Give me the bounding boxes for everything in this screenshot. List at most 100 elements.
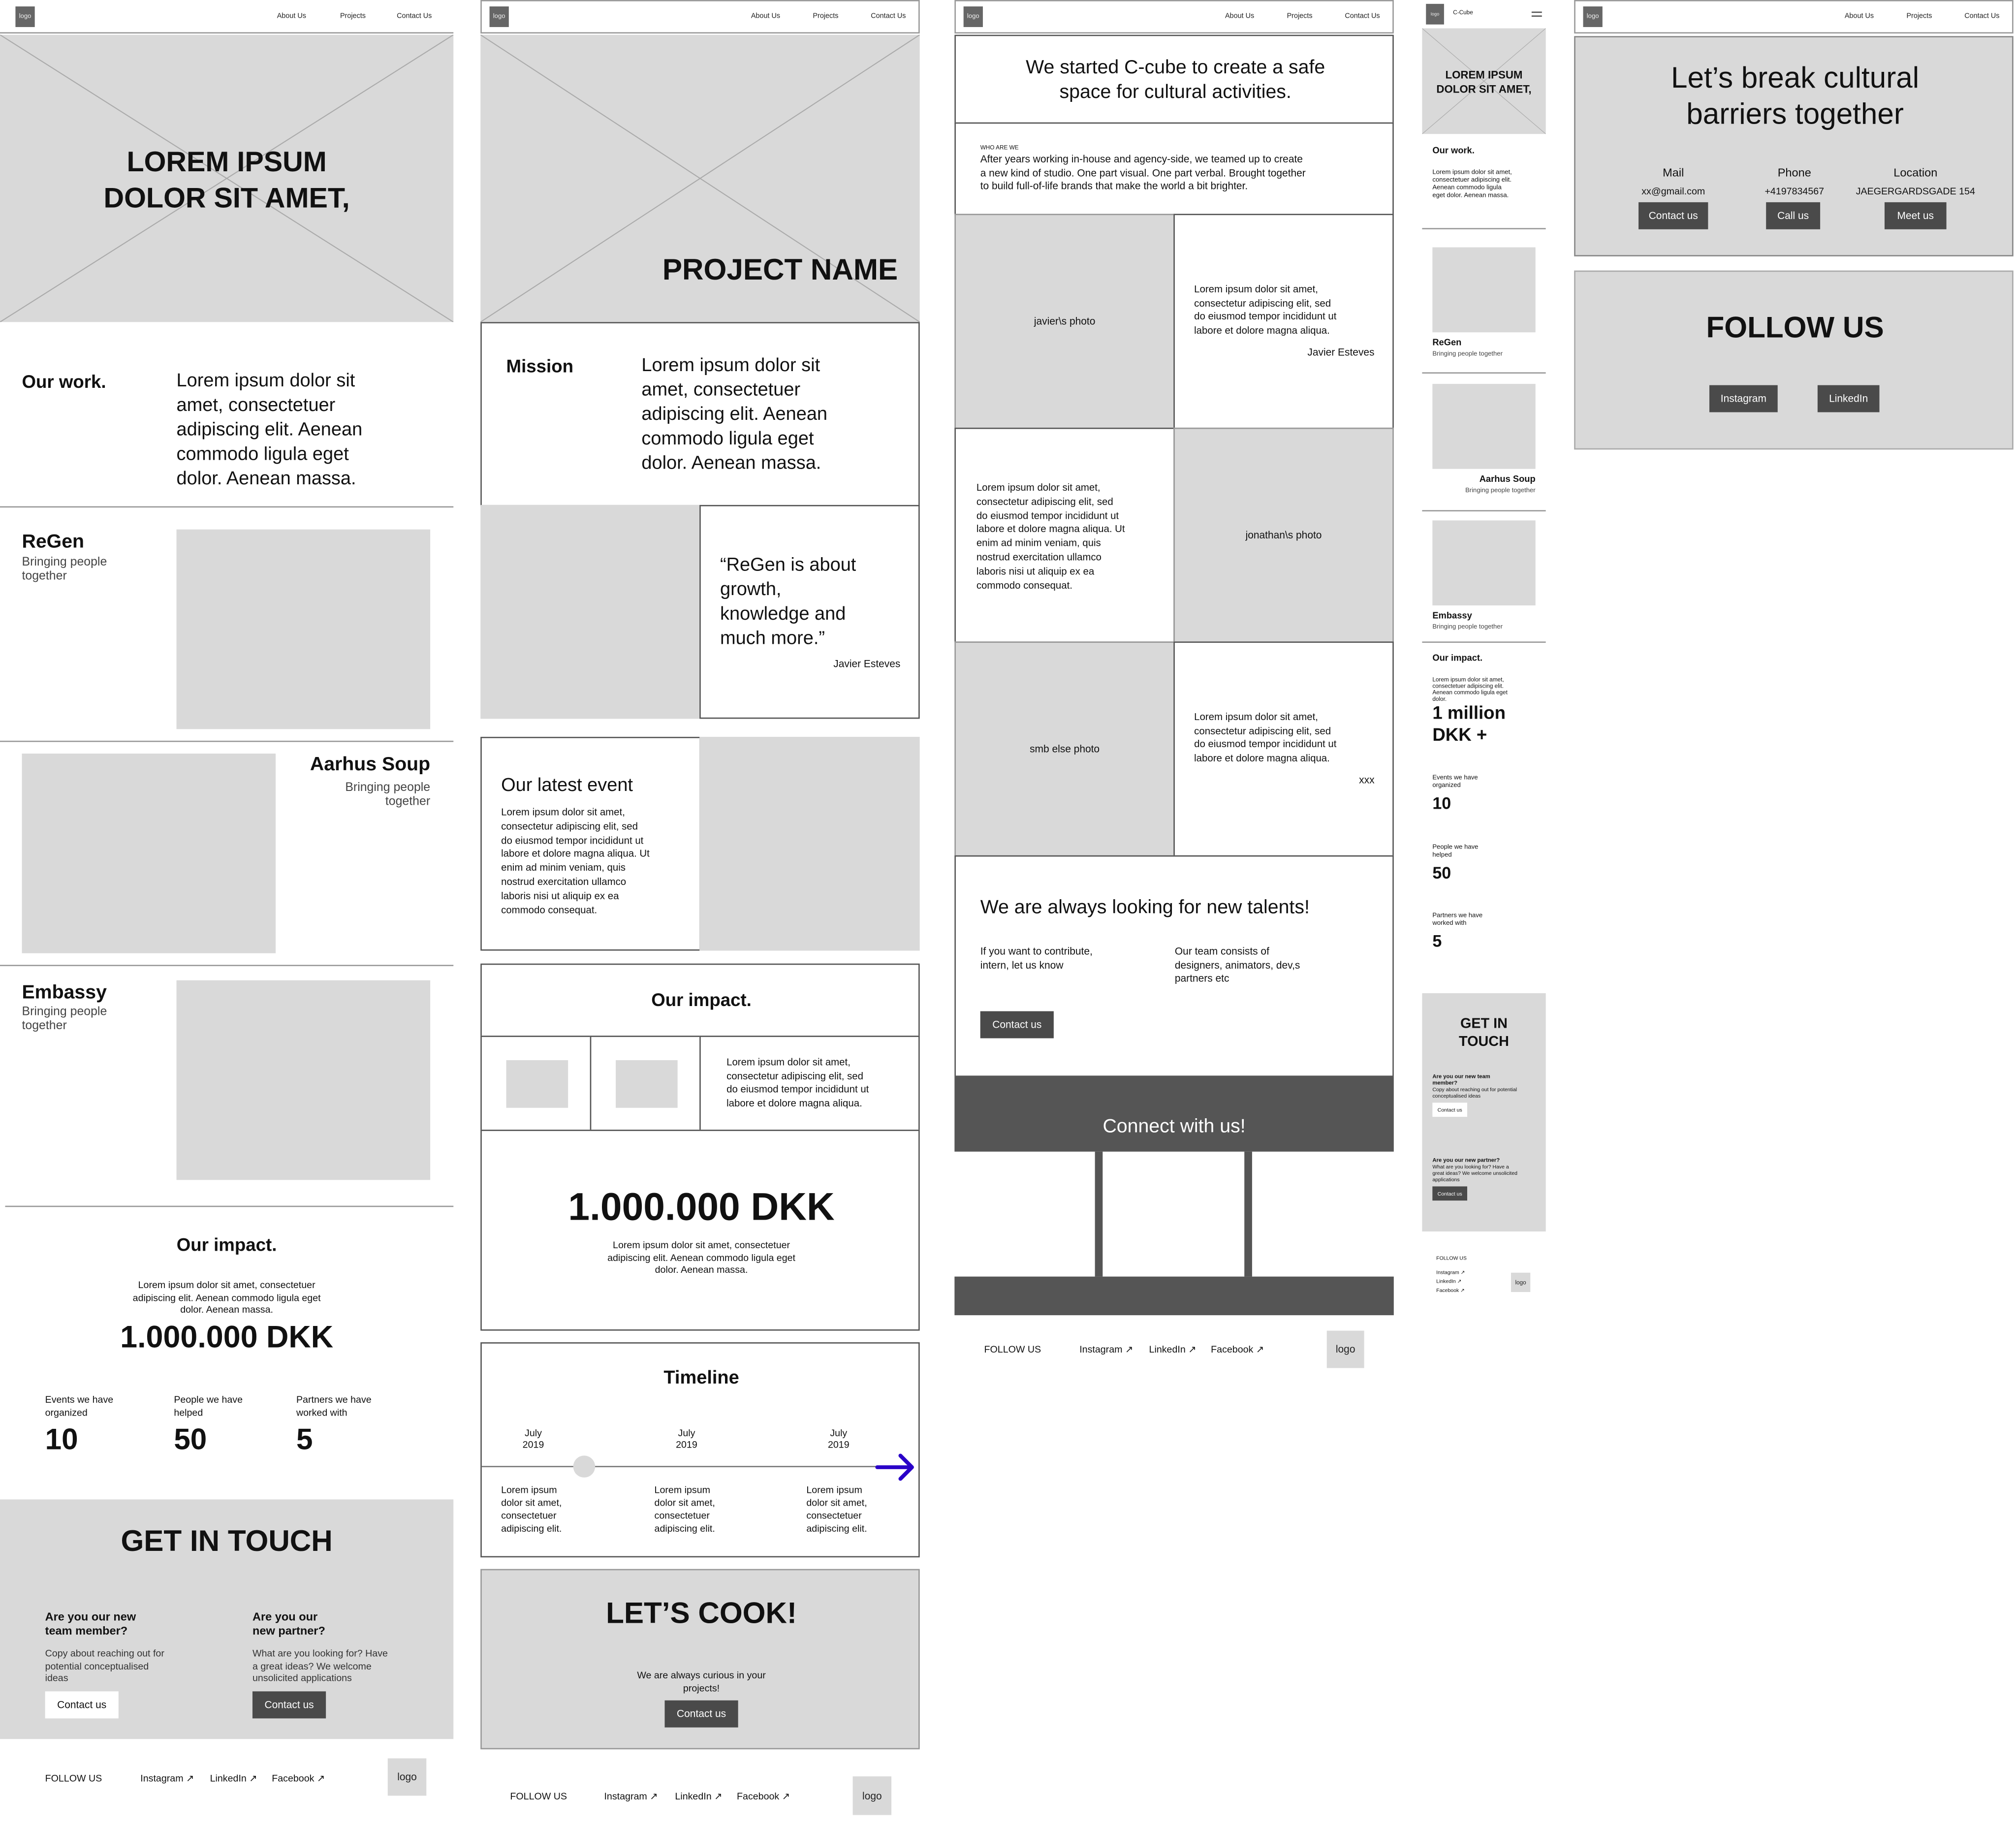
nav-contact[interactable]: Contact Us	[871, 13, 906, 21]
nav-logo[interactable]: logo	[963, 6, 983, 27]
get-in-touch-title: GET IN TOUCH	[121, 1524, 333, 1558]
footer-linkedin-link[interactable]: LinkedIn ↗	[675, 1791, 722, 1802]
footer-instagram-link[interactable]: Instagram ↗	[1436, 1269, 1465, 1275]
mail-value: xx@gmail.com	[1641, 185, 1705, 197]
partner-contact-button[interactable]: Contact us	[252, 1691, 326, 1719]
intro-section: We started C-cube to create a safe space…	[954, 34, 1394, 124]
footer-instagram-link[interactable]: Instagram ↗	[140, 1772, 194, 1784]
team-contact-button[interactable]: Contact us	[45, 1691, 119, 1719]
team-heading: Are you our new team member?	[45, 1610, 136, 1638]
our-work-text: Lorem ipsum dolor sit amet, consectetuer…	[176, 371, 363, 490]
talents-title: We are always looking for new talents!	[980, 896, 1310, 919]
stat-value: 5	[1432, 931, 1442, 951]
project-title[interactable]: ReGen	[22, 531, 84, 552]
project-image[interactable]	[1432, 383, 1536, 469]
project-image[interactable]	[1432, 520, 1536, 606]
lets-cook-contact-button[interactable]: Contact us	[664, 1700, 738, 1728]
location-value: JAEGERGARDSGADE 154	[1856, 185, 1975, 197]
nav-contact[interactable]: Contact Us	[1964, 13, 1999, 21]
who-are-we-section: WHO ARE WE After years working in-house …	[954, 122, 1394, 216]
meet-us-button[interactable]: Meet us	[1884, 202, 1947, 229]
nav-about[interactable]: About Us	[751, 13, 780, 21]
project-image[interactable]	[176, 529, 431, 729]
instagram-button[interactable]: Instagram	[1709, 385, 1778, 412]
nav-about[interactable]: About Us	[1225, 13, 1254, 21]
location-heading: Location	[1893, 166, 1938, 179]
project-image[interactable]	[1432, 247, 1536, 333]
stat-label: Partners we have worked with	[296, 1393, 372, 1418]
footer-linkedin-link[interactable]: LinkedIn ↗	[1436, 1278, 1461, 1284]
footer-instagram-link[interactable]: Instagram ↗	[1079, 1344, 1133, 1355]
get-in-touch-section: GET IN TOUCH Are you our new team member…	[1422, 993, 1546, 1232]
pillar	[1244, 1151, 1252, 1277]
stat-value: 10	[1432, 793, 1451, 813]
timeline-text: Lorem ipsum dolor sit amet, consectetuer…	[501, 1484, 562, 1535]
project-title[interactable]: ReGen	[1432, 339, 1461, 347]
nav-logo[interactable]: logo	[1583, 6, 1603, 27]
nav-projects[interactable]: Projects	[813, 13, 838, 21]
impact-text: Lorem ipsum dolor sit amet, consectetuer…	[1432, 676, 1508, 702]
mission-label: Mission	[506, 355, 573, 377]
project-subtitle: Bringing people together	[1465, 487, 1536, 495]
impact-text: Lorem ipsum dolor sit amet, consectetur …	[726, 1056, 869, 1109]
hero-image-placeholder: LOREM IPSUM DOLOR SIT AMET,	[1422, 28, 1546, 134]
nav-contact[interactable]: Contact Us	[397, 13, 432, 21]
partner-heading: Are you our new partner?	[252, 1610, 325, 1638]
timeline-date: July 2019	[827, 1427, 850, 1450]
nav-projects[interactable]: Projects	[340, 13, 366, 21]
timeline-text: Lorem ipsum dolor sit amet, consectetuer…	[806, 1484, 867, 1535]
footer-linkedin-link[interactable]: LinkedIn ↗	[1149, 1344, 1197, 1355]
nav-logo[interactable]: logo	[15, 6, 35, 27]
project-image[interactable]	[22, 754, 276, 953]
team-photo: javier\s photo	[954, 214, 1175, 429]
arrow-right-icon[interactable]	[875, 1452, 916, 1483]
team-bio-text: Lorem ipsum dolor sit amet, consectetur …	[1194, 283, 1337, 336]
linkedin-button[interactable]: LinkedIn	[1817, 385, 1880, 412]
nav-logo[interactable]: logo	[1426, 3, 1444, 25]
footer-logo[interactable]: logo	[852, 1776, 892, 1815]
timeline-slider-handle[interactable]	[573, 1455, 596, 1478]
footer-logo[interactable]: logo	[1511, 1272, 1531, 1292]
partner-contact-button[interactable]: Contact us	[1432, 1186, 1467, 1201]
footer-instagram-link[interactable]: Instagram ↗	[604, 1791, 658, 1802]
hero-title: LOREM IPSUM DOLOR SIT AMET,	[103, 145, 350, 214]
event-image	[699, 737, 920, 951]
timeline-title: Timeline	[663, 1368, 739, 1389]
who-are-we-label: WHO ARE WE	[980, 144, 1019, 151]
project-subtitle: Bringing people together	[22, 555, 107, 584]
footer-facebook-link[interactable]: Facebook ↗	[1436, 1287, 1465, 1293]
talents-contact-button[interactable]: Contact us	[980, 1011, 1054, 1039]
nav-about[interactable]: About Us	[277, 13, 306, 21]
team-bio: Lorem ipsum dolor sit amet, consectetur …	[1173, 214, 1394, 429]
footer-facebook-link[interactable]: Facebook ↗	[1211, 1344, 1264, 1355]
footer-facebook-link[interactable]: Facebook ↗	[737, 1791, 790, 1802]
latest-event-section: Our latest event Lorem ipsum dolor sit a…	[480, 737, 701, 951]
impact-header: Our impact.	[480, 963, 920, 1037]
project-image[interactable]	[176, 980, 431, 1180]
nav-projects[interactable]: Projects	[1906, 13, 1932, 21]
nav-projects[interactable]: Projects	[1287, 13, 1313, 21]
footer-logo[interactable]: logo	[387, 1758, 427, 1796]
project-title[interactable]: Embassy	[1432, 612, 1472, 621]
footer-linkedin-link[interactable]: LinkedIn ↗	[210, 1772, 257, 1784]
project-title[interactable]: Aarhus Soup	[276, 754, 430, 775]
partner-text: What are you looking for? Have a great i…	[1432, 1163, 1517, 1182]
contact-info-section: Let’s break cultural barriers together M…	[1574, 36, 2014, 256]
project-title[interactable]: Embassy	[22, 981, 106, 1003]
hamburger-menu-icon[interactable]	[1531, 11, 1542, 17]
footer-facebook-link[interactable]: Facebook ↗	[272, 1772, 325, 1784]
mail-contact-button[interactable]: Contact us	[1638, 202, 1708, 229]
call-us-button[interactable]: Call us	[1766, 202, 1821, 229]
nav-about[interactable]: About Us	[1845, 13, 1874, 21]
nav-contact[interactable]: Contact Us	[1345, 13, 1380, 21]
stat-value: 50	[174, 1422, 207, 1456]
team-contact-button[interactable]: Contact us	[1432, 1103, 1467, 1117]
footer-logo[interactable]: logo	[1326, 1330, 1364, 1368]
talents-left-text: If you want to contribute, intern, let u…	[980, 946, 1093, 971]
follow-section: FOLLOW US Instagram LinkedIn	[1574, 270, 2014, 450]
nav-logo[interactable]: logo	[489, 6, 509, 27]
project-title[interactable]: Aarhus Soup	[1422, 475, 1536, 484]
our-work-label: Our work.	[1432, 147, 1475, 156]
team-bio: Lorem ipsum dolor sit amet, consectetur …	[954, 427, 1175, 643]
connect-banner[interactable]: Connect with us!	[954, 1076, 1394, 1152]
